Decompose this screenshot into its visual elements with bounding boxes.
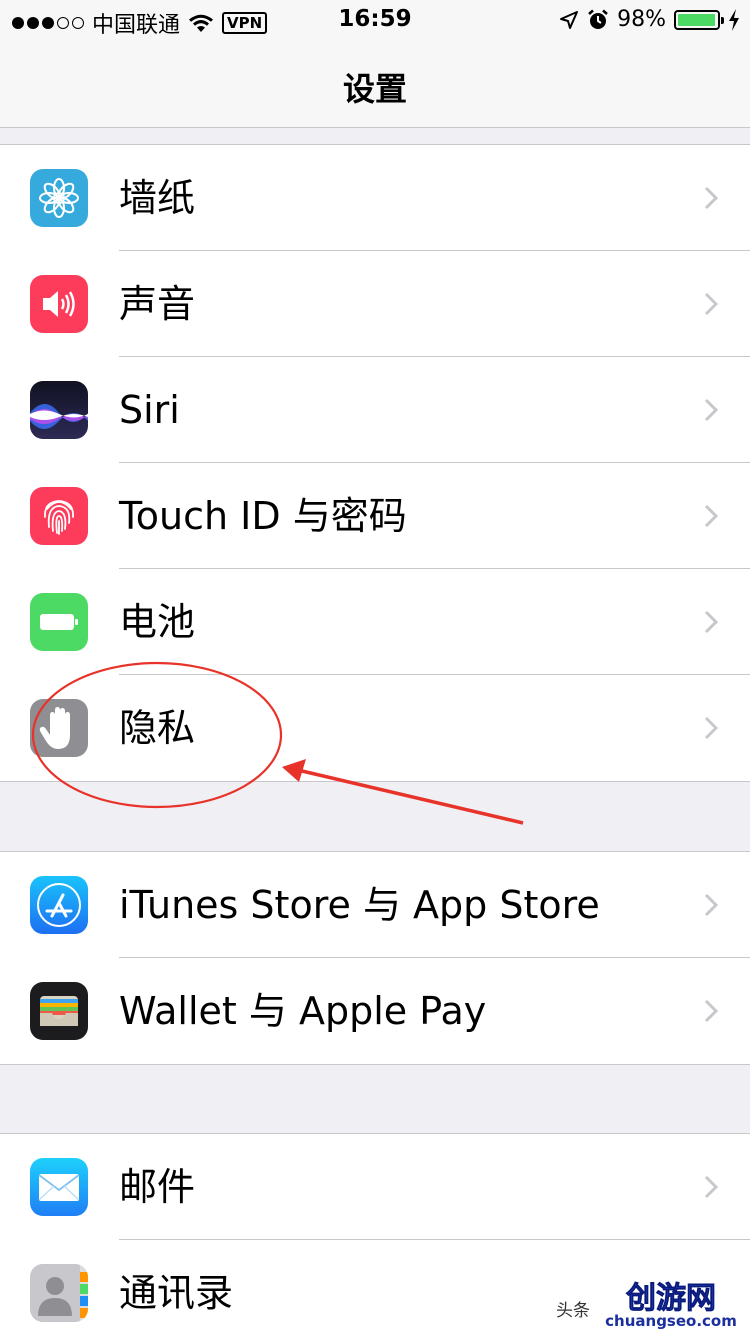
fingerprint-icon <box>30 487 88 545</box>
settings-row-label: 声音 <box>119 282 196 326</box>
chevron-right-icon <box>704 186 718 210</box>
speaker-icon <box>30 275 88 333</box>
mail-icon <box>30 1158 88 1216</box>
settings-row-label: Touch ID 与密码 <box>119 494 407 538</box>
settings-row-label: iTunes Store 与 App Store <box>119 883 600 927</box>
settings-row-label: 墙纸 <box>119 176 196 220</box>
location-arrow-icon <box>560 10 579 29</box>
settings-row-touch-id[interactable]: Touch ID 与密码 <box>0 463 750 569</box>
settings-group-2: iTunes Store 与 App Store Wallet 与 Apple … <box>0 851 750 1065</box>
page-title: 设置 <box>342 70 407 108</box>
charging-bolt-icon <box>729 8 739 31</box>
chevron-right-icon <box>704 999 718 1023</box>
battery-percentage: 98% <box>617 7 666 32</box>
watermark-logo: 创游网 chuangseo.com <box>596 1276 746 1330</box>
status-right: 98% <box>559 7 740 32</box>
alarm-clock-icon <box>588 9 608 29</box>
svg-text:创游网: 创游网 <box>625 1281 716 1316</box>
settings-row-battery[interactable]: 电池 <box>0 569 750 675</box>
battery-icon <box>674 9 724 30</box>
settings-row-siri[interactable]: Siri <box>0 357 750 463</box>
chevron-right-icon <box>704 398 718 422</box>
settings-row-wallet-apple-pay[interactable]: Wallet 与 Apple Pay <box>0 958 750 1064</box>
settings-row-privacy[interactable]: 隐私 <box>0 675 750 781</box>
app-store-icon <box>30 876 88 934</box>
wallet-icon <box>30 982 88 1040</box>
navigation-bar: 设置 <box>0 40 750 128</box>
wallpaper-icon <box>30 169 88 227</box>
settings-row-sounds[interactable]: 声音 <box>0 251 750 357</box>
settings-row-label: 隐私 <box>119 706 196 750</box>
chevron-right-icon <box>704 610 718 634</box>
chevron-right-icon <box>704 1175 718 1199</box>
settings-row-label: Wallet 与 Apple Pay <box>119 989 487 1033</box>
chevron-right-icon <box>704 893 718 917</box>
watermark-small-text: 头条 <box>556 1301 590 1321</box>
hand-icon <box>30 699 88 757</box>
chevron-right-icon <box>704 716 718 740</box>
settings-row-itunes-app-store[interactable]: iTunes Store 与 App Store <box>0 852 750 958</box>
siri-icon <box>30 381 88 439</box>
settings-row-mail[interactable]: 邮件 <box>0 1134 750 1240</box>
settings-row-label: 邮件 <box>119 1165 196 1209</box>
chevron-right-icon <box>704 292 718 316</box>
chevron-right-icon <box>704 504 718 528</box>
status-bar: 中国联通 VPN 16:59 98% <box>0 0 750 40</box>
svg-text:chuangseo.com: chuangseo.com <box>605 1312 737 1330</box>
battery-icon <box>30 593 88 651</box>
settings-group-1: 墙纸 声音 Siri Touch ID 与密码 电池 隐私 <box>0 144 750 782</box>
settings-row-wallpaper[interactable]: 墙纸 <box>0 145 750 251</box>
settings-row-label: 通讯录 <box>119 1271 234 1315</box>
contacts-icon <box>30 1264 88 1322</box>
settings-row-label: Siri <box>119 388 180 432</box>
settings-row-label: 电池 <box>119 600 196 644</box>
